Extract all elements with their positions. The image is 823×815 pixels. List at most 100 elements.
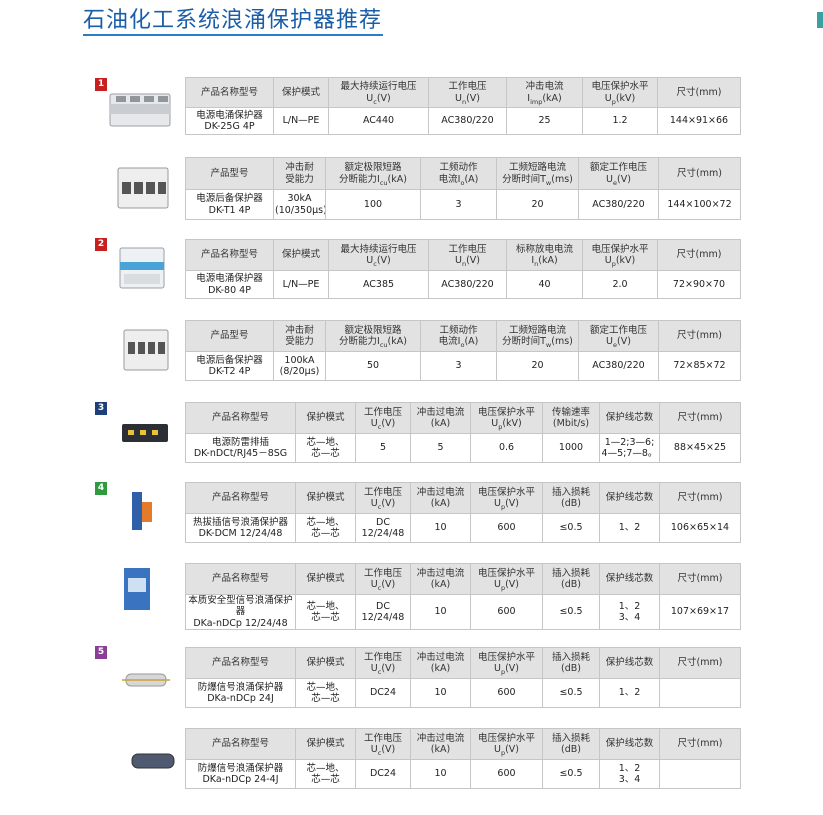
header-cell: 尺寸(mm) xyxy=(659,647,741,679)
header-cell: 尺寸(mm) xyxy=(659,728,741,760)
value-cell: 107×69×17 xyxy=(659,593,741,631)
spec-table-dk-t2: 产品型号 冲击耐 受能力 额定极限短路 分断能力Icu(kA) 工频动作 电流Io(A… xyxy=(185,320,741,381)
spec-table-dka-ndcp-24j: 产品名称型号 保护模式 工作电压 Uc(V) 冲击过电流 (kA) 电压保护水平 Up… xyxy=(185,647,741,708)
value-cell: 50 xyxy=(325,351,421,381)
value-cell: 3 xyxy=(420,351,497,381)
signal-spd-blue-icon xyxy=(124,568,150,610)
lightning-power-strip-icon xyxy=(122,424,168,442)
value-cell: 20 xyxy=(496,351,579,381)
value-cell: 600 xyxy=(470,513,543,543)
header-cell: 工作电压 Uc(V) xyxy=(355,563,411,595)
header-cell: 保护模式 xyxy=(295,482,356,514)
value-cell: 5 xyxy=(410,433,471,463)
header-cell: 额定工作电压 Ue(V) xyxy=(578,320,659,352)
value-cell: 芯—地、 芯—芯 xyxy=(295,759,356,789)
header-cell: 最大持续运行电压 Uc(V) xyxy=(328,239,429,271)
header-cell: 尺寸(mm) xyxy=(659,402,741,434)
header-cell: 工频短路电流 分断时间Tw(ms) xyxy=(496,157,579,190)
header-cell: 保护模式 xyxy=(295,402,356,434)
value-cell: 1000 xyxy=(542,433,600,463)
value-cell: 1、2 3、4 xyxy=(599,759,660,789)
value-cell: 5 xyxy=(355,433,411,463)
header-cell: 标称放电电流 In(kA) xyxy=(506,239,583,271)
page-title: 石油化工系统浪涌保护器推荐 xyxy=(83,8,383,33)
header-cell: 冲击过电流 (kA) xyxy=(410,563,471,595)
signal-spd-orange-icon xyxy=(132,492,152,530)
header-cell: 插入损耗 (dB) xyxy=(542,563,600,595)
spec-table-dk-ndct: 产品名称型号 保护模式 工作电压 Uc(V) 冲击过电流 (kA) 电压保护水平 Up… xyxy=(185,402,741,463)
value-cell: 100kA (8/20μs) xyxy=(273,351,326,381)
value-cell: 芯—地、 芯—芯 xyxy=(295,678,356,708)
value-cell: AC380/220 xyxy=(578,189,659,220)
header-cell: 产品名称型号 xyxy=(185,728,296,760)
din-rail-spd-4p-icon xyxy=(109,93,171,127)
backup-protector-4p-icon xyxy=(123,329,169,371)
header-cell: 工作电压 Uc(V) xyxy=(355,482,411,514)
header-cell: 保护模式 xyxy=(295,563,356,595)
value-cell: 144×100×72 xyxy=(658,189,741,220)
header-cell: 电压保护水平 Up(kV) xyxy=(582,77,658,108)
value-cell: 3 xyxy=(420,189,497,220)
value-cell: DC 12/24/48 xyxy=(355,513,411,543)
header-cell: 保护模式 xyxy=(273,239,329,271)
spec-table-dka-ndcp-24-4j: 产品名称型号 保护模式 工作电压 Uc(V) 冲击过电流 (kA) 电压保护水平 Up… xyxy=(185,728,741,789)
value-cell: AC380/220 xyxy=(428,107,507,135)
value-cell: 1、2 xyxy=(599,678,660,708)
header-cell: 冲击耐 受能力 xyxy=(273,320,326,352)
spec-table-dk-80: 产品名称型号 保护模式 最大持续运行电压 Uc(V) 工作电压 Un(V) 标称放电… xyxy=(185,239,741,299)
header-cell: 产品名称型号 xyxy=(185,647,296,679)
value-cell: ≤0.5 xyxy=(542,678,600,708)
value-cell: 本质安全型信号浪涌保护器 DKa-nDCp 12/24/48 xyxy=(185,593,296,631)
value-cell: 10 xyxy=(410,678,471,708)
group-badge-3: 3 xyxy=(95,402,107,415)
header-cell: 尺寸(mm) xyxy=(658,157,741,190)
header-cell: 额定极限短路 分断能力Icu(kA) xyxy=(325,157,421,190)
value-cell: 热拔插信号浪涌保护器 DK-DCM 12/24/48 xyxy=(185,513,296,543)
header-cell: 产品名称型号 xyxy=(185,77,274,108)
value-cell: 1.2 xyxy=(582,107,658,135)
header-cell: 保护模式 xyxy=(295,728,356,760)
value-cell: ≤0.5 xyxy=(542,513,600,543)
value-cell: 100 xyxy=(325,189,421,220)
value-cell: 1—2;3—6; 4—5;7—8。 xyxy=(599,433,660,463)
explosion-proof-signal-spd-4j-icon xyxy=(131,753,175,769)
header-cell: 保护模式 xyxy=(295,647,356,679)
header-cell: 工频短路电流 分断时间Tw(ms) xyxy=(496,320,579,352)
value-cell: ≤0.5 xyxy=(542,759,600,789)
value-cell: L/N—PE xyxy=(273,107,329,135)
header-cell: 电压保护水平 Up(V) xyxy=(470,647,543,679)
header-cell: 最大持续运行电压 Uc(V) xyxy=(328,77,429,108)
value-cell xyxy=(659,759,741,789)
header-cell: 冲击过电流 (kA) xyxy=(410,402,471,434)
header-cell: 冲击电流 Iimp(kA) xyxy=(506,77,583,108)
value-cell: 电源电涌保护器 DK-80 4P xyxy=(185,270,274,299)
value-cell: 1、2 3、4 xyxy=(599,593,660,631)
value-cell: 0.6 xyxy=(470,433,543,463)
value-cell: DC24 xyxy=(355,678,411,708)
backup-protector-4p-icon xyxy=(117,167,169,209)
header-cell: 电压保护水平 Up(V) xyxy=(470,482,543,514)
spec-table-dk-t1: 产品型号 冲击耐 受能力 额定极限短路 分断能力Icu(kA) 工频动作 电流Io(A… xyxy=(185,157,741,220)
header-cell: 额定极限短路 分断能力Icu(kA) xyxy=(325,320,421,352)
header-cell: 电压保护水平 Up(V) xyxy=(470,563,543,595)
value-cell: ≤0.5 xyxy=(542,593,600,631)
header-cell: 工作电压 Uc(V) xyxy=(355,647,411,679)
header-cell: 电压保护水平 Up(kV) xyxy=(470,402,543,434)
value-cell: 40 xyxy=(506,270,583,299)
value-cell: 芯—地、 芯—芯 xyxy=(295,513,356,543)
value-cell: DC 12/24/48 xyxy=(355,593,411,631)
value-cell: AC385 xyxy=(328,270,429,299)
header-cell: 保护线芯数 xyxy=(599,647,660,679)
value-cell: AC380/220 xyxy=(578,351,659,381)
header-cell: 工作电压 Un(V) xyxy=(428,239,507,271)
group-badge-2: 2 xyxy=(95,238,107,251)
value-cell: 72×90×70 xyxy=(657,270,741,299)
header-cell: 传输速率 (Mbit/s) xyxy=(542,402,600,434)
title-underline xyxy=(83,34,383,36)
value-cell: 144×91×66 xyxy=(657,107,741,135)
header-cell: 尺寸(mm) xyxy=(659,563,741,595)
value-cell: AC380/220 xyxy=(428,270,507,299)
header-cell: 工频动作 电流Io(A) xyxy=(420,320,497,352)
header-cell: 产品型号 xyxy=(185,157,274,190)
header-cell: 电压保护水平 Up(V) xyxy=(470,728,543,760)
